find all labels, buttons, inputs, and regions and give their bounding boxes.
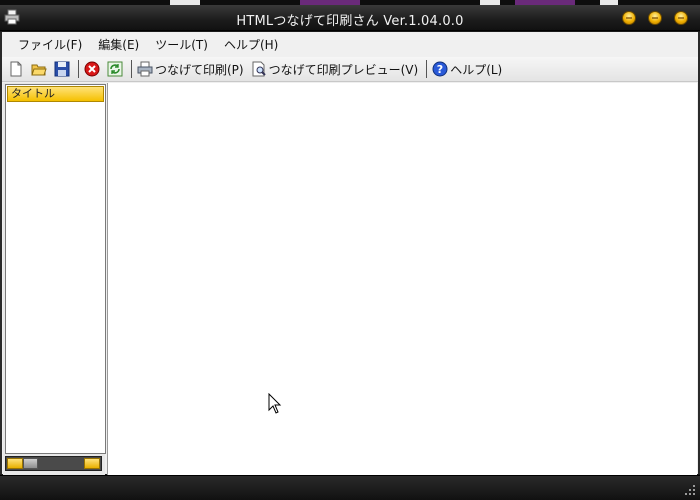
sidebar-panel: タイトル <box>3 83 106 475</box>
new-button[interactable] <box>6 59 26 79</box>
scroll-right-arrow[interactable] <box>84 458 100 469</box>
print-button[interactable]: つなげて印刷(P) <box>135 59 246 79</box>
print-preview-button-label: つなげて印刷プレビュー(V) <box>268 62 419 77</box>
help-icon: ? <box>432 61 448 77</box>
scroll-left-arrow[interactable] <box>7 458 23 469</box>
scroll-thumb[interactable] <box>23 458 38 469</box>
save-button[interactable] <box>52 59 72 79</box>
minimize-button[interactable] <box>622 11 636 25</box>
svg-text:?: ? <box>437 63 443 76</box>
print-button-label: つなげて印刷(P) <box>155 62 244 77</box>
menu-tools[interactable]: ツール(T) <box>147 35 216 55</box>
help-button[interactable]: ? ヘルプ(L) <box>430 59 504 79</box>
maximize-button[interactable] <box>648 11 662 25</box>
title-column-header[interactable]: タイトル <box>7 86 104 102</box>
help-button-label: ヘルプ(L) <box>450 62 503 77</box>
toolbar: つなげて印刷(P) つなげて印刷プレビュー(V) ? ヘルプ(L) <box>2 57 698 82</box>
refresh-icon <box>107 61 123 77</box>
toolbar-separator <box>426 60 428 78</box>
title-bar[interactable]: HTMLつなげて印刷さん Ver.1.04.0.0 <box>0 5 700 31</box>
open-button[interactable] <box>29 59 49 79</box>
menu-bar: ファイル(F) 編集(E) ツール(T) ヘルプ(H) <box>2 33 698 57</box>
sidebar-horizontal-scrollbar[interactable] <box>5 456 102 471</box>
status-bar <box>0 475 700 500</box>
stop-icon <box>84 61 100 77</box>
close-button[interactable] <box>674 11 688 25</box>
menu-edit[interactable]: 編集(E) <box>90 35 147 55</box>
stop-button[interactable] <box>82 59 102 79</box>
save-icon <box>54 61 70 77</box>
toolbar-separator <box>131 60 132 78</box>
open-folder-icon <box>31 64 47 76</box>
toolbar-separator <box>78 60 79 78</box>
title-list[interactable]: タイトル <box>5 84 106 454</box>
menu-help[interactable]: ヘルプ(H) <box>216 35 286 55</box>
mouse-pointer-icon <box>268 393 282 414</box>
print-preview-icon <box>252 61 266 77</box>
print-preview-button[interactable]: つなげて印刷プレビュー(V) <box>249 59 421 79</box>
menu-file[interactable]: ファイル(F) <box>10 35 90 55</box>
print-icon <box>137 61 153 77</box>
resize-grip-icon[interactable] <box>684 484 696 496</box>
refresh-button[interactable] <box>105 59 125 79</box>
new-file-icon <box>10 61 22 77</box>
content-area[interactable] <box>107 83 697 475</box>
window-title: HTMLつなげて印刷さん Ver.1.04.0.0 <box>236 14 464 29</box>
